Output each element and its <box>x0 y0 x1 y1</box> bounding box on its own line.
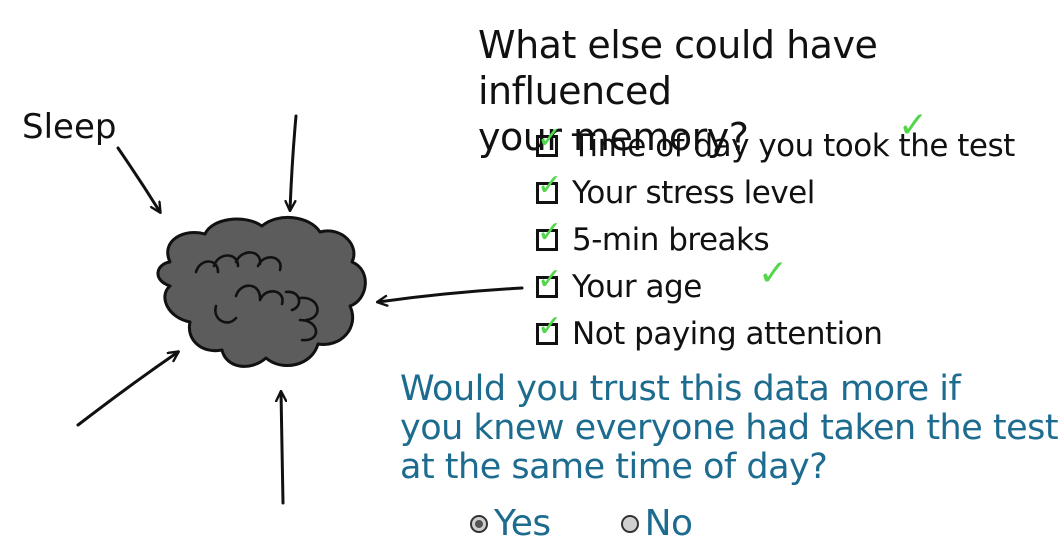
checkbox-icon[interactable]: ✓ <box>536 170 562 204</box>
checkmark-icon: ✓ <box>537 120 562 156</box>
checkbox-icon[interactable]: ✓ <box>536 264 562 298</box>
arrow-from-bottom <box>281 392 283 505</box>
sleep-label: Sleep <box>22 107 116 147</box>
question-trust-line2: you knew everyone had taken the test <box>400 408 1059 448</box>
list-item[interactable]: ✓ 5-min breaks <box>536 216 1056 263</box>
checklist-label: Your age <box>572 268 702 305</box>
brain-icon <box>156 215 367 368</box>
checkbox-icon[interactable]: ✓ <box>536 217 562 251</box>
checkmark-icon: ✓ <box>758 253 789 294</box>
question-influence-line1: What else could have influenced <box>478 23 878 113</box>
arrow-from-sleep <box>116 146 160 212</box>
no-label: No <box>644 503 693 544</box>
checklist-label: Your stress level <box>572 174 815 211</box>
arrow-from-right <box>378 286 524 302</box>
no-option[interactable]: No <box>620 503 693 544</box>
checkmark-icon: ✓ <box>898 105 929 146</box>
radio-icon[interactable] <box>620 514 639 533</box>
question-trust-line3: at the same time of day? <box>400 447 828 487</box>
list-item[interactable]: ✓ Your age <box>536 263 1056 310</box>
checklist-label: Time of day you took the test <box>572 127 1015 164</box>
arrow-from-top <box>290 114 298 210</box>
checkmark-icon: ✓ <box>537 261 562 297</box>
checkmark-icon: ✓ <box>537 167 562 203</box>
radio-icon[interactable] <box>470 514 488 533</box>
list-item[interactable]: ✓ Your stress level <box>536 169 1056 216</box>
list-item[interactable]: ✓ Not paying attention <box>536 310 1056 357</box>
list-item[interactable]: ✓ Time of day you took the test <box>536 122 1056 169</box>
checklist-label: 5-min breaks <box>572 221 770 258</box>
checkmark-icon: ✓ <box>537 214 562 250</box>
question-trust-line1: Would you trust this data more if <box>400 369 961 409</box>
question-trust: Would you trust this data more if you kn… <box>400 370 1060 487</box>
answer-options: Yes No <box>470 503 693 544</box>
yes-label: Yes <box>494 503 551 544</box>
checkbox-icon[interactable]: ✓ <box>536 311 562 345</box>
yes-option[interactable]: Yes <box>470 503 551 544</box>
checkbox-icon[interactable]: ✓ <box>536 123 562 157</box>
influence-checklist: ✓ Time of day you took the test ✓ Your s… <box>536 122 1056 357</box>
arrow-from-bottom-left <box>76 352 178 427</box>
checklist-label: Not paying attention <box>572 315 883 352</box>
checkmark-icon: ✓ <box>537 308 562 344</box>
